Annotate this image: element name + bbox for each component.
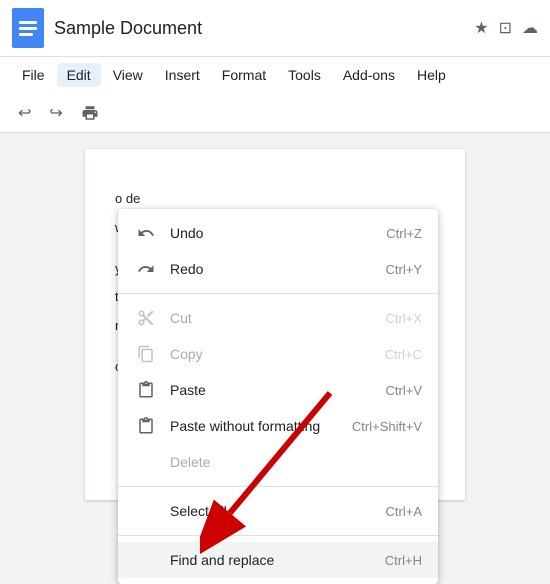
- print-button[interactable]: [75, 100, 105, 126]
- redo-shortcut: Ctrl+Y: [386, 262, 422, 277]
- select-all-label: Select all: [170, 503, 362, 519]
- cut-label: Cut: [170, 310, 362, 326]
- paste-shortcut: Ctrl+V: [386, 383, 422, 398]
- folder-icon[interactable]: ⊡: [499, 18, 512, 38]
- menu-file[interactable]: File: [12, 63, 55, 87]
- divider-1: [118, 293, 438, 294]
- menu-addons[interactable]: Add-ons: [333, 63, 405, 87]
- redo-label: Redo: [170, 261, 362, 277]
- undo-shortcut: Ctrl+Z: [386, 226, 422, 241]
- menu-option-copy: Copy Ctrl+C: [118, 336, 438, 372]
- paste-label: Paste: [170, 382, 362, 398]
- menu-option-find-replace[interactable]: Find and replace Ctrl+H: [118, 542, 438, 578]
- paste-icon: [134, 378, 158, 402]
- cloud-icon[interactable]: ☁: [522, 18, 538, 38]
- toolbar: ↩ ↪: [0, 93, 550, 133]
- copy-shortcut: Ctrl+C: [385, 347, 422, 362]
- undo-button[interactable]: ↩: [12, 99, 37, 127]
- menu-tools[interactable]: Tools: [278, 63, 331, 87]
- menu-insert[interactable]: Insert: [155, 63, 210, 87]
- find-replace-label: Find and replace: [170, 552, 361, 568]
- menu-bar: File Edit View Insert Format Tools Add-o…: [0, 57, 550, 93]
- undo-label: Undo: [170, 225, 362, 241]
- cut-shortcut: Ctrl+X: [386, 311, 422, 326]
- paste-plain-icon: [134, 414, 158, 438]
- app-window: Sample Document ★ ⊡ ☁ File Edit View Ins…: [0, 0, 550, 500]
- divider-2: [118, 486, 438, 487]
- doc-icon: [12, 8, 44, 48]
- paste-plain-label: Paste without formatting: [170, 418, 328, 434]
- menu-option-cut: Cut Ctrl+X: [118, 300, 438, 336]
- find-replace-icon: [134, 548, 158, 572]
- menu-option-delete: Delete: [118, 444, 438, 480]
- redo-icon: [134, 257, 158, 281]
- menu-option-paste[interactable]: Paste Ctrl+V: [118, 372, 438, 408]
- menu-option-undo[interactable]: Undo Ctrl+Z: [118, 215, 438, 251]
- title-bar: Sample Document ★ ⊡ ☁: [0, 0, 550, 57]
- copy-icon: [134, 342, 158, 366]
- menu-edit[interactable]: Edit: [57, 63, 101, 87]
- delete-label: Delete: [170, 454, 422, 470]
- menu-help[interactable]: Help: [407, 63, 456, 87]
- edit-dropdown-menu: Undo Ctrl+Z Redo Ctrl+Y: [118, 209, 438, 584]
- undo-icon: [134, 221, 158, 245]
- select-all-icon: [134, 499, 158, 523]
- paste-plain-shortcut: Ctrl+Shift+V: [352, 419, 422, 434]
- copy-label: Copy: [170, 346, 361, 362]
- delete-icon: [134, 450, 158, 474]
- menu-option-paste-plain[interactable]: Paste without formatting Ctrl+Shift+V: [118, 408, 438, 444]
- star-icon[interactable]: ★: [474, 18, 488, 38]
- divider-3: [118, 535, 438, 536]
- find-replace-shortcut: Ctrl+H: [385, 553, 422, 568]
- select-all-shortcut: Ctrl+A: [386, 504, 422, 519]
- menu-format[interactable]: Format: [212, 63, 276, 87]
- redo-button[interactable]: ↪: [43, 99, 68, 127]
- content-area: o de ws t y fav tha r, a ons t Undo Ctrl…: [0, 133, 550, 500]
- document-title: Sample Document: [54, 18, 464, 39]
- menu-option-redo[interactable]: Redo Ctrl+Y: [118, 251, 438, 287]
- cut-icon: [134, 306, 158, 330]
- menu-view[interactable]: View: [103, 63, 153, 87]
- menu-option-select-all[interactable]: Select all Ctrl+A: [118, 493, 438, 529]
- title-actions: ★ ⊡ ☁: [474, 18, 538, 38]
